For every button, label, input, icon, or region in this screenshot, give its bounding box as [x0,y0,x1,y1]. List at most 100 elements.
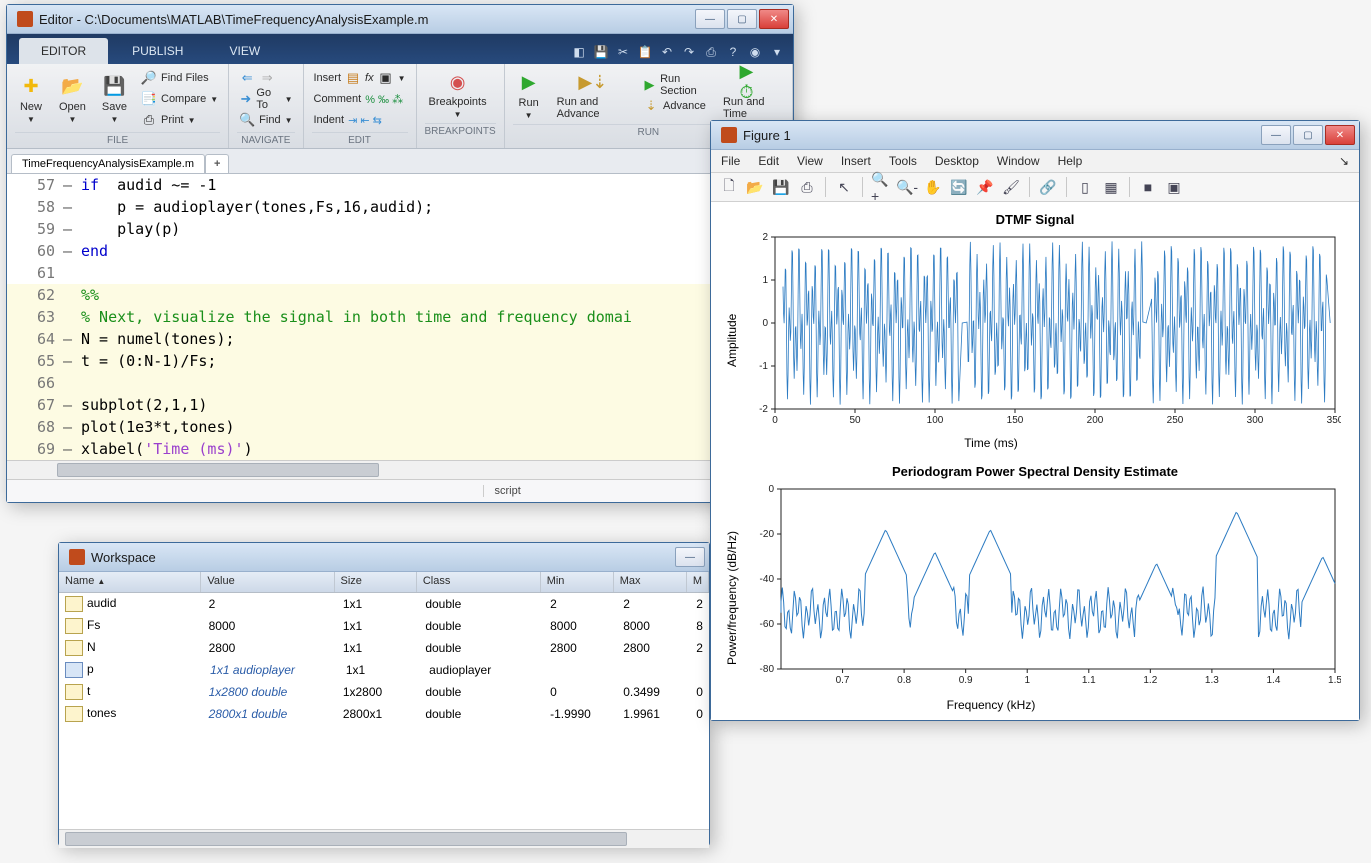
svg-text:350: 350 [1327,415,1341,426]
workspace-body[interactable]: audid21x1double222Fs80001x1double8000800… [59,593,709,829]
h-scrollbar[interactable] [7,460,793,479]
group-edit-label: EDIT [312,132,408,146]
chart2-title: Periodogram Power Spectral Density Estim… [723,464,1347,479]
indent-button[interactable]: Indent ⇥ ⇤ ⇆ [312,110,408,130]
breakpoints-button[interactable]: ◉Breakpoints▼ [425,68,491,121]
new-fig-icon[interactable]: 🗋 [719,177,739,197]
save-fig-icon[interactable]: 💾 [771,177,791,197]
menu-view[interactable]: View [797,154,823,168]
new-button[interactable]: ✚New▼ [15,73,47,126]
chart1-ylabel: Amplitude [723,231,741,450]
goto-button[interactable]: ➜Go To▼ [237,89,294,109]
brush-icon[interactable]: 🖌 [1001,177,1021,197]
menu-dock-icon[interactable]: ↘ [1339,154,1349,168]
svg-text:50: 50 [849,415,861,426]
tab-publish[interactable]: PUBLISH [110,38,205,64]
tab-editor[interactable]: EDITOR [19,38,108,64]
save-button[interactable]: 💾Save▼ [98,73,131,126]
status-type: script [483,485,744,497]
workspace-header[interactable]: Name ▲ Value Size Class Min Max M [59,572,709,593]
pointer-icon[interactable]: ↖ [834,177,854,197]
menu-help[interactable]: Help [1058,154,1083,168]
svg-text:0.8: 0.8 [897,675,911,686]
table-row[interactable]: N28001x1double280028002 [59,637,709,659]
print-button[interactable]: ⎙Print▼ [139,110,220,130]
svg-text:200: 200 [1087,415,1104,426]
open-fig-icon[interactable]: 📂 [745,177,765,197]
compare-button[interactable]: 📑Compare▼ [139,89,220,109]
fig-close-button[interactable]: ✕ [1325,125,1355,145]
maximize-button[interactable]: ▢ [727,9,757,29]
figure-menubar: File Edit View Insert Tools Desktop Wind… [711,150,1359,173]
show-icon[interactable]: ▣ [1164,177,1184,197]
svg-text:0: 0 [762,318,768,329]
editor-app-icon [17,11,33,27]
run-button[interactable]: ▶Run▼ [513,69,545,122]
advance-button[interactable]: ⇣Advance [641,96,711,116]
find-button[interactable]: 🔍Find▼ [237,110,294,130]
menu-insert[interactable]: Insert [841,154,871,168]
datatip-icon[interactable]: 📌 [975,177,995,197]
nav-back-button[interactable]: ⇐⇒ [237,68,294,88]
svg-text:100: 100 [927,415,944,426]
fig-maximize-button[interactable]: ▢ [1293,125,1323,145]
svg-text:0: 0 [772,415,778,426]
menu-tools[interactable]: Tools [889,154,917,168]
menu-window[interactable]: Window [997,154,1040,168]
editor-titlebar[interactable]: Editor - C:\Documents\MATLAB\TimeFrequen… [7,5,793,34]
zoom-out-icon[interactable]: 🔍- [897,177,917,197]
open-button[interactable]: 📂Open▼ [55,73,90,126]
menu-desktop[interactable]: Desktop [935,154,979,168]
qa-save-icon[interactable]: 💾 [593,44,609,60]
svg-text:0.7: 0.7 [836,675,850,686]
close-button[interactable]: ✕ [759,9,789,29]
svg-text:1: 1 [1024,675,1030,686]
qa-copy-icon[interactable]: 📋 [637,44,653,60]
run-time-button[interactable]: ▶⏱Run and Time [719,68,784,122]
workspace-titlebar[interactable]: Workspace — [59,543,709,572]
table-row[interactable]: p1x1 audioplayer1x1audioplayer [59,659,709,681]
figure-titlebar[interactable]: Figure 1 — ▢ ✕ [711,121,1359,150]
colorbar-icon[interactable]: ▯ [1075,177,1095,197]
qa-chevron-icon[interactable]: ▾ [769,44,785,60]
link-icon[interactable]: 🔗 [1038,177,1058,197]
table-row[interactable]: tones2800x1 double2800x1double-1.99901.9… [59,703,709,725]
print-fig-icon[interactable]: ⎙ [797,177,817,197]
tab-view[interactable]: VIEW [207,38,282,64]
table-row[interactable]: t1x2800 double1x2800double00.34990 [59,681,709,703]
rotate-icon[interactable]: 🔄 [949,177,969,197]
qa-icon[interactable]: ◧ [571,44,587,60]
editor-title: Editor - C:\Documents\MATLAB\TimeFrequen… [39,12,693,27]
svg-text:250: 250 [1167,415,1184,426]
find-files-button[interactable]: 🔎Find Files [139,68,220,88]
qa-cut-icon[interactable]: ✂ [615,44,631,60]
chart1-axes[interactable]: 050100150200250300350-2-1012 [741,231,1341,431]
menu-file[interactable]: File [721,154,740,168]
zoom-in-icon[interactable]: 🔍+ [871,177,891,197]
workspace-app-icon [69,549,85,565]
menu-edit[interactable]: Edit [758,154,779,168]
table-row[interactable]: Fs80001x1double800080008 [59,615,709,637]
comment-button[interactable]: Comment % ‰ ⁂ [312,89,408,109]
hide-icon[interactable]: ■ [1138,177,1158,197]
pan-icon[interactable]: ✋ [923,177,943,197]
qa-redo-icon[interactable]: ↷ [681,44,697,60]
qa-dropdown-icon[interactable]: ◉ [747,44,763,60]
minimize-button[interactable]: — [695,9,725,29]
file-tab[interactable]: TimeFrequencyAnalysisExample.m [11,154,205,173]
insert-button[interactable]: Insert ▤ fx ▣▼ [312,68,408,88]
qa-undo-icon[interactable]: ↶ [659,44,675,60]
qa-help-icon[interactable]: ? [725,44,741,60]
run-section-button[interactable]: ▶Run Section [641,75,711,95]
qa-print-icon[interactable]: ⎙ [703,44,719,60]
ws-h-scrollbar[interactable] [59,829,709,848]
file-tab-add[interactable]: + [205,154,229,173]
legend-icon[interactable]: ▦ [1101,177,1121,197]
chart2-xlabel: Frequency (kHz) [741,698,1241,712]
ws-minimize-button[interactable]: — [675,547,705,567]
fig-minimize-button[interactable]: — [1261,125,1291,145]
run-advance-button[interactable]: ▶⇣Run and Advance [553,68,633,122]
code-editor[interactable]: 57—if audid ~= -158— p = audioplayer(ton… [7,174,793,460]
chart2-axes[interactable]: 0.70.80.911.11.21.31.41.5-80-60-40-200 [741,483,1341,693]
table-row[interactable]: audid21x1double222 [59,593,709,615]
